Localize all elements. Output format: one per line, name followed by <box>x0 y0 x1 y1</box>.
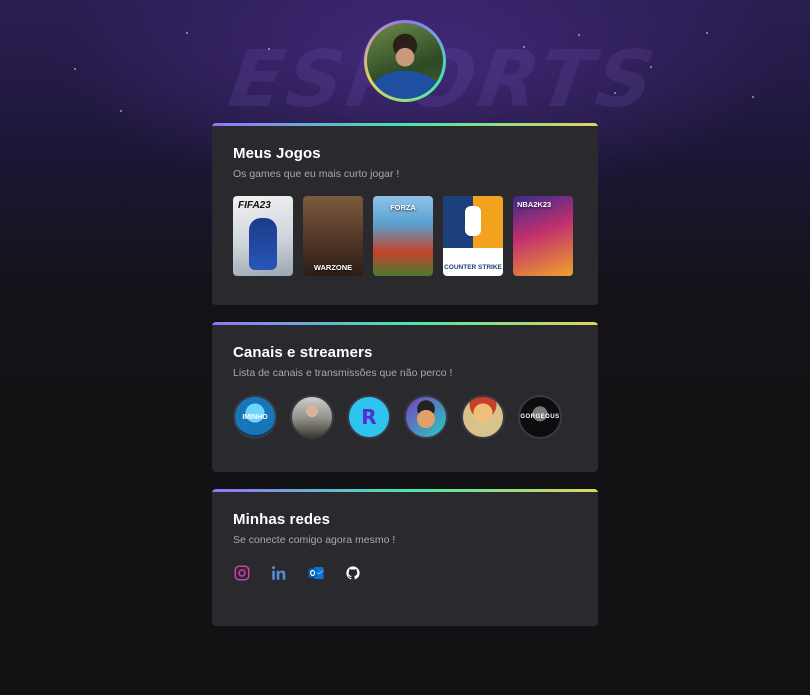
game-counter-strike[interactable]: COUNTER STRIKE <box>443 196 503 276</box>
star <box>74 68 76 70</box>
streamers-card: Canais e streamers Lista de canais e tra… <box>212 322 598 472</box>
game-label: NBA2K23 <box>517 200 552 209</box>
socials-list <box>233 564 577 582</box>
game-label: FORZA <box>390 203 416 212</box>
github-icon[interactable] <box>344 564 362 582</box>
star <box>650 66 652 68</box>
star <box>614 92 616 94</box>
game-label: WARZONE <box>313 262 353 272</box>
streamers-card-title: Canais e streamers <box>233 344 373 361</box>
game-forza-horizon[interactable]: FORZA <box>373 196 433 276</box>
socials-card: Minhas redes Se conecte comigo agora mes… <box>212 489 598 626</box>
streamer-label: GORGEOUS <box>520 414 560 420</box>
star <box>752 96 754 98</box>
cs-soldier-icon <box>465 206 481 236</box>
streamers-card-subtitle: Lista de canais e transmissões que não p… <box>233 367 453 379</box>
games-list: FIFA23 WARZONE FORZA COUNTER STRIKE NBA2… <box>233 196 577 276</box>
star <box>578 34 580 36</box>
instagram-icon[interactable] <box>233 564 251 582</box>
star <box>120 110 122 112</box>
games-card: Meus Jogos Os games que eu mais curto jo… <box>212 123 598 305</box>
socials-card-title: Minhas redes <box>233 511 331 528</box>
star <box>523 46 525 48</box>
star <box>186 32 188 34</box>
game-nba2k23[interactable]: NBA2K23 <box>513 196 573 276</box>
game-fifa23[interactable]: FIFA23 <box>233 196 293 276</box>
outlook-icon[interactable] <box>307 564 325 582</box>
avatar-photo <box>367 23 443 99</box>
games-card-title: Meus Jogos <box>233 145 321 162</box>
player-figure <box>249 218 277 270</box>
streamer-avatar-1[interactable]: IMINHO <box>233 395 277 439</box>
profile-avatar[interactable] <box>364 20 446 102</box>
streamer-avatar-4[interactable] <box>404 395 448 439</box>
star <box>706 32 708 34</box>
streamer-label: R <box>361 405 377 429</box>
streamers-list: IMINHO R GORGEOUS <box>233 395 577 439</box>
star <box>268 48 270 50</box>
streamer-label: IMINHO <box>242 413 268 421</box>
game-label: COUNTER STRIKE <box>444 263 502 271</box>
game-warzone[interactable]: WARZONE <box>303 196 363 276</box>
game-label: FIFA23 <box>238 200 271 211</box>
streamer-avatar-3[interactable]: R <box>347 395 391 439</box>
games-card-subtitle: Os games que eu mais curto jogar ! <box>233 168 400 180</box>
linkedin-icon[interactable] <box>270 564 288 582</box>
streamer-avatar-2[interactable] <box>290 395 334 439</box>
streamer-avatar-5[interactable] <box>461 395 505 439</box>
socials-card-subtitle: Se conecte comigo agora mesmo ! <box>233 534 396 546</box>
streamer-avatar-6[interactable]: GORGEOUS <box>518 395 562 439</box>
